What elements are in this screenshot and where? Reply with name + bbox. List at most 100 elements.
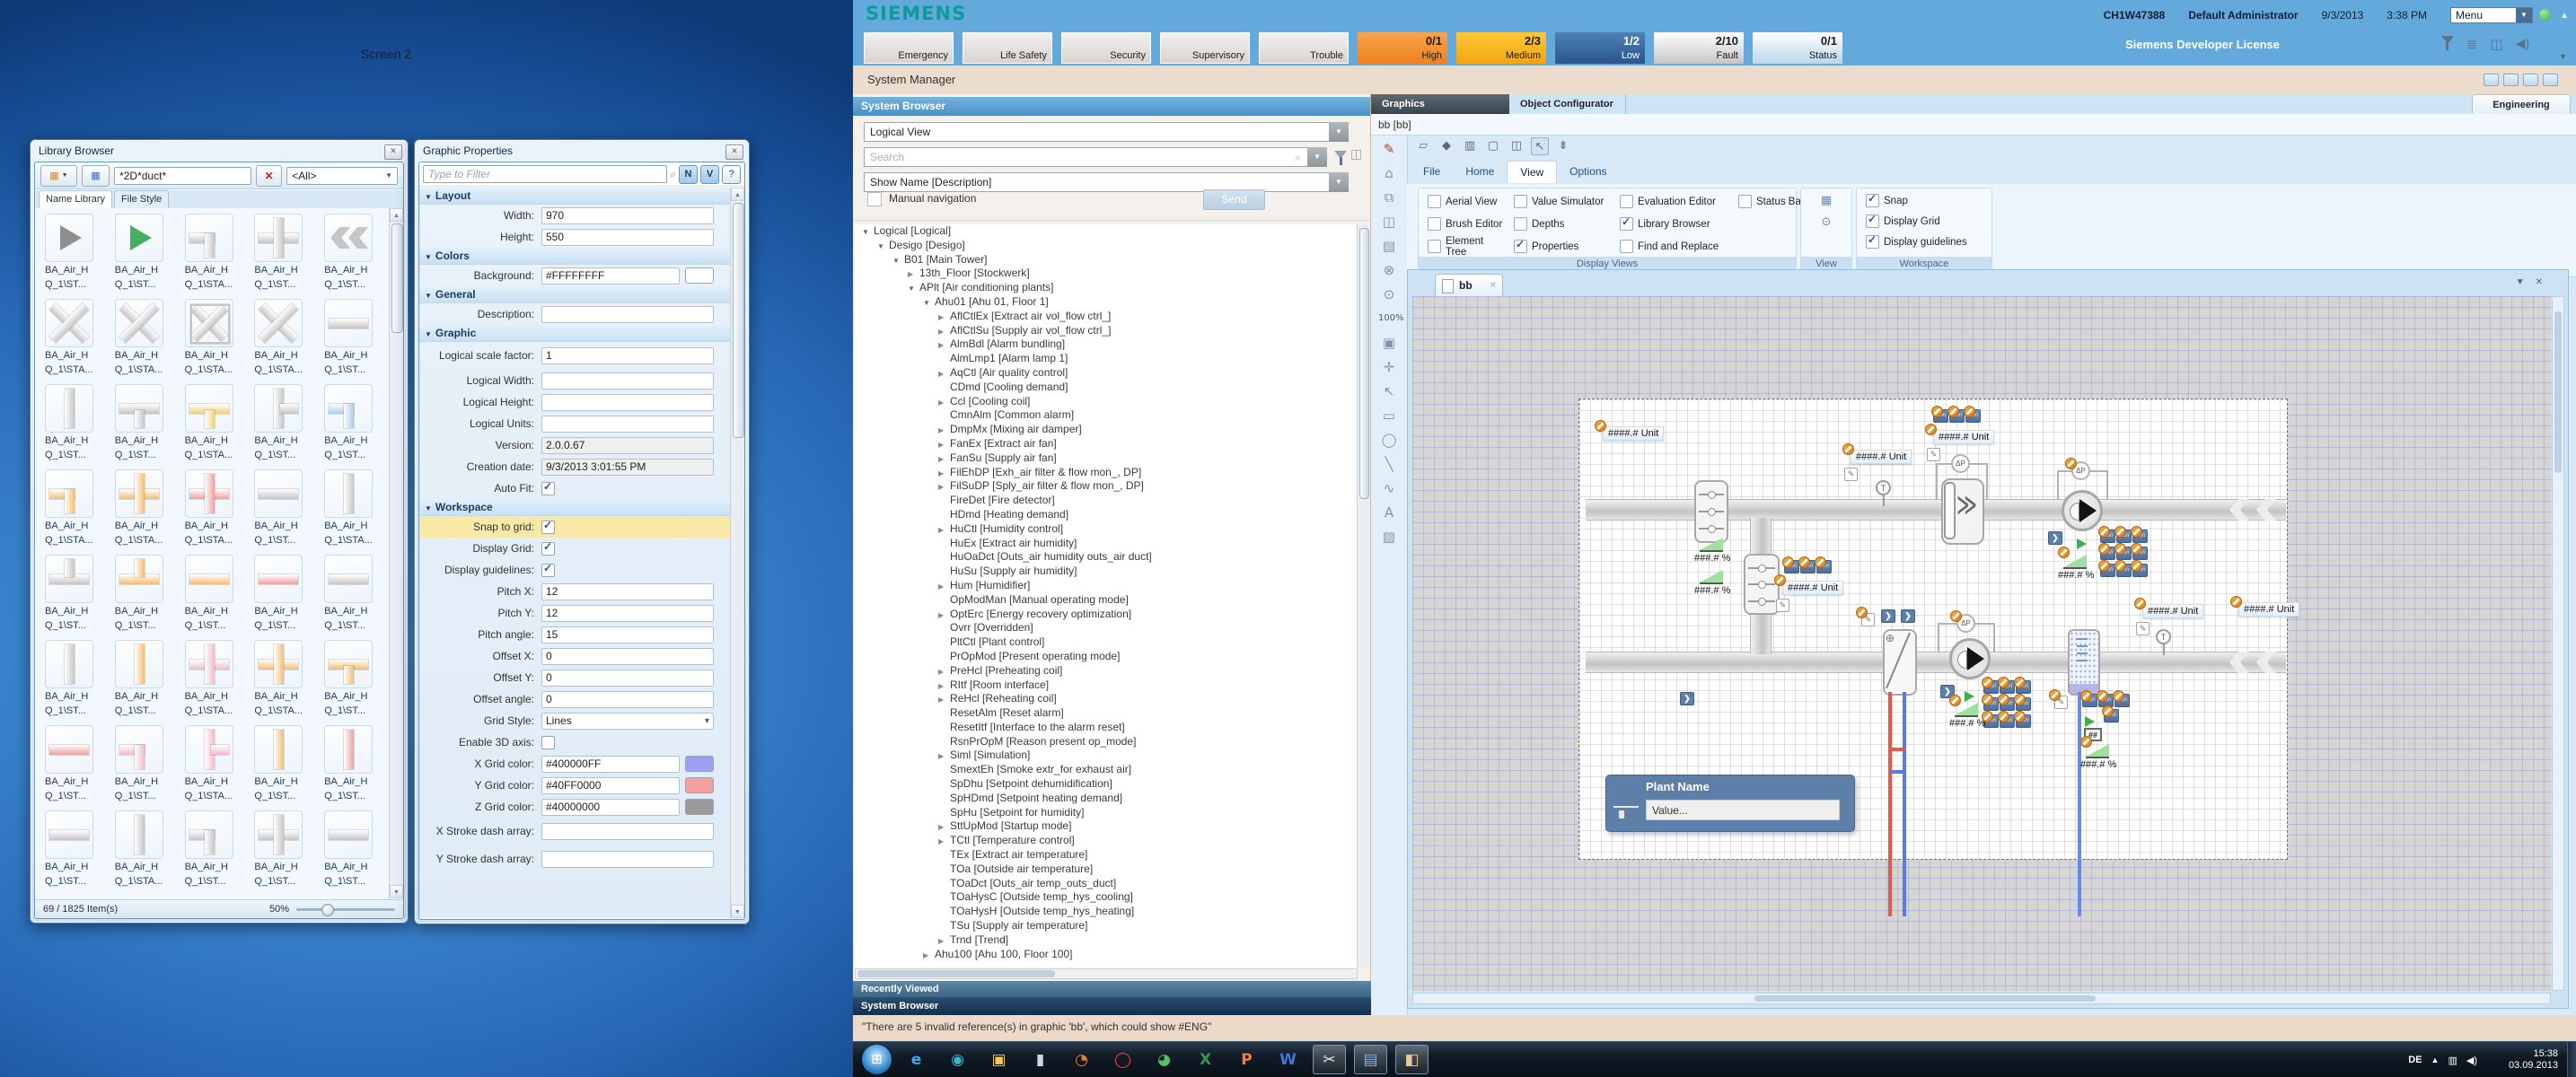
property-field[interactable] (541, 394, 714, 411)
filter-v-button[interactable]: V (700, 165, 719, 184)
checkbox[interactable] (1620, 240, 1633, 253)
expander-closed-icon[interactable]: ▶ (938, 424, 950, 438)
search-input[interactable]: Search ⌕ ▼ (864, 147, 1327, 167)
tree-item[interactable]: ▶PreHcl [Preheating coil] (855, 664, 1358, 679)
library-item[interactable]: BA_Air_HQ_1\ST... (247, 555, 317, 637)
tree-horizontal-scrollbar[interactable] (855, 968, 1358, 979)
tree-item[interactable]: RsnPrOpM [Reason present op_mode] (855, 735, 1358, 749)
open-folder-icon[interactable]: ▢ (1484, 137, 1502, 155)
percentage-ramp-icon[interactable] (1700, 538, 1723, 552)
checkbox[interactable] (1738, 195, 1752, 208)
alarm-button-supervisory[interactable]: Supervisory (1160, 32, 1250, 64)
toolbar-options-icon[interactable]: ⇟ (1554, 137, 1572, 155)
alarm-button-emergency[interactable]: Emergency (864, 32, 954, 64)
value-unit-label[interactable]: ####.# Unit (2142, 604, 2203, 618)
display-mode-selector[interactable]: Show Name [Description]▼ (864, 172, 1349, 192)
library-item[interactable]: BA_Air_HQ_1\ST... (317, 384, 387, 467)
property-field[interactable] (541, 372, 714, 390)
section-header-graphic[interactable]: ▼Graphic (419, 325, 730, 342)
text-tool-icon[interactable]: A (1378, 502, 1400, 523)
ribbon-option-display-grid[interactable]: Display Grid (1859, 215, 1940, 228)
tree-item[interactable]: ▼Ahu01 [Ahu 01, Floor 1] (855, 295, 1358, 310)
save-icon[interactable]: ◫ (1508, 137, 1525, 155)
recently-viewed-bar[interactable]: Recently Viewed (853, 981, 1371, 997)
line-tool-icon[interactable]: ╲ (1378, 453, 1400, 475)
tree-item[interactable]: CDmd [Cooling demand] (855, 381, 1358, 395)
library-item[interactable]: BA_Air_HQ_1\ST... (247, 810, 317, 893)
save-icon[interactable]: ◫ (1378, 211, 1400, 232)
taskbar-icon-folder-explorer[interactable]: ▣ (982, 1045, 1015, 1074)
property-field[interactable]: #400000FF (541, 756, 680, 773)
library-item[interactable]: BA_Air_HQ_1\ST... (38, 725, 108, 808)
library-search-input[interactable]: *2D*duct* (114, 167, 251, 185)
taskbar-icon-writer[interactable]: ▤ (1354, 1045, 1387, 1074)
expander-closed-icon[interactable]: ▶ (938, 679, 950, 694)
rectangle-tool-icon[interactable]: ▭ (1378, 405, 1400, 426)
section-header-general[interactable]: ▼General (419, 286, 730, 303)
document-tab-bb[interactable]: bb ✕ (1435, 274, 1503, 296)
tree-item[interactable]: HDmd [Heating demand] (855, 508, 1358, 522)
edit-pencil-icon[interactable]: ✎ (1844, 468, 1858, 481)
event-list-icon[interactable]: ≣ (2466, 36, 2478, 52)
property-field[interactable]: 15 (541, 626, 714, 644)
tree-item[interactable]: PltCtl [Plant control] (855, 635, 1358, 650)
taskbar-icon-powerpoint[interactable]: P (1230, 1045, 1263, 1074)
ribbon-option-element-tree[interactable]: Element Tree (1420, 236, 1507, 258)
ribbon-option-aerial-view[interactable]: Aerial View (1420, 195, 1507, 208)
expander-closed-icon[interactable]: ▶ (938, 311, 950, 325)
view-mode-button[interactable]: ▦ (82, 165, 110, 187)
expander-open-icon[interactable]: ▼ (892, 254, 904, 268)
percentage-ramp-icon[interactable] (1700, 570, 1723, 584)
library-item[interactable]: BA_Air_HQ_1\ST... (108, 640, 178, 722)
alarm-button-life-safety[interactable]: Life Safety (963, 32, 1052, 64)
property-checkbox[interactable] (541, 542, 555, 556)
network-icon[interactable]: ▥ (2448, 1055, 2457, 1066)
library-item[interactable]: BA_Air_HQ_1\STA... (247, 299, 317, 381)
expander-closed-icon[interactable]: ▶ (938, 820, 950, 835)
expander-open-icon[interactable]: ▼ (862, 225, 874, 240)
alarm-button-medium[interactable]: 2/3Medium (1456, 32, 1546, 64)
tree-item[interactable]: ResetItf [Interface to the alarm reset] (855, 721, 1358, 735)
checkbox[interactable] (1866, 235, 1879, 249)
ribbon-option-brush-editor[interactable]: Brush Editor (1420, 217, 1507, 231)
manual-navigation-checkbox[interactable] (867, 192, 882, 206)
library-item[interactable]: BA_Air_HQ_1\ST... (38, 640, 108, 722)
temperature-sensor[interactable]: T (1876, 480, 1891, 495)
color-swatch[interactable] (685, 267, 714, 284)
property-field[interactable]: 1 (541, 347, 714, 364)
library-item[interactable]: BA_Air_HQ_1\ST... (247, 214, 317, 296)
library-item[interactable]: BA_Air_HQ_1\ST... (38, 384, 108, 467)
expander-closed-icon[interactable]: ▶ (938, 609, 950, 623)
library-item[interactable]: BA_Air_HQ_1\ST... (108, 384, 178, 467)
tree-filter-icon[interactable] (1334, 151, 1347, 159)
plant-value-field[interactable]: Value... (1646, 800, 1840, 820)
library-item[interactable]: BA_Air_HQ_1\STA... (178, 214, 248, 296)
tree-item[interactable]: ▶FilSuDP [Sply_air filter & flow mon_, D… (855, 479, 1358, 494)
ribbon-option-library-browser[interactable]: Library Browser (1613, 217, 1731, 231)
expander-closed-icon[interactable]: ▶ (938, 396, 950, 410)
command-prompt-tile[interactable]: ❯ (1680, 692, 1694, 705)
scroll-down-icon[interactable]: ▼ (731, 905, 744, 918)
ribbon-option-find-and-replace[interactable]: Find and Replace (1613, 240, 1731, 253)
tree-item[interactable]: SpHu [Setpoint for humidity] (855, 806, 1358, 820)
expander-closed-icon[interactable]: ▶ (908, 267, 919, 282)
tab-object-configurator[interactable]: Object Configurator (1509, 94, 1626, 114)
brush-tool-icon[interactable]: ✎ (1378, 138, 1400, 160)
edit-pencil-icon[interactable]: ✎ (1776, 599, 1789, 612)
properties-filter-input[interactable]: Type to Filter (423, 165, 667, 183)
tree-item[interactable]: HuEx [Extract air humidity] (855, 537, 1358, 551)
ribbon-option-evaluation-editor[interactable]: Evaluation Editor (1613, 195, 1731, 208)
start-button[interactable]: ⊞ (862, 1045, 892, 1074)
layout-icon[interactable]: ◫ (2490, 36, 2502, 52)
pan-tool-icon[interactable]: ✛ (1378, 356, 1400, 378)
ribbon-tab-view[interactable]: View (1507, 161, 1557, 183)
expander-closed-icon[interactable]: ▶ (938, 693, 950, 707)
tree-item[interactable]: ▼Desigo [Desigo] (855, 239, 1358, 253)
color-swatch[interactable] (685, 756, 714, 772)
section-header-colors[interactable]: ▼Colors (419, 248, 730, 265)
help-button[interactable]: ? (722, 165, 741, 184)
property-field[interactable] (541, 306, 714, 323)
checkbox[interactable] (1428, 217, 1441, 231)
library-item[interactable]: BA_Air_HQ_1\STA... (108, 469, 178, 552)
command-prompt-tile[interactable]: ❯ (1901, 609, 1915, 623)
